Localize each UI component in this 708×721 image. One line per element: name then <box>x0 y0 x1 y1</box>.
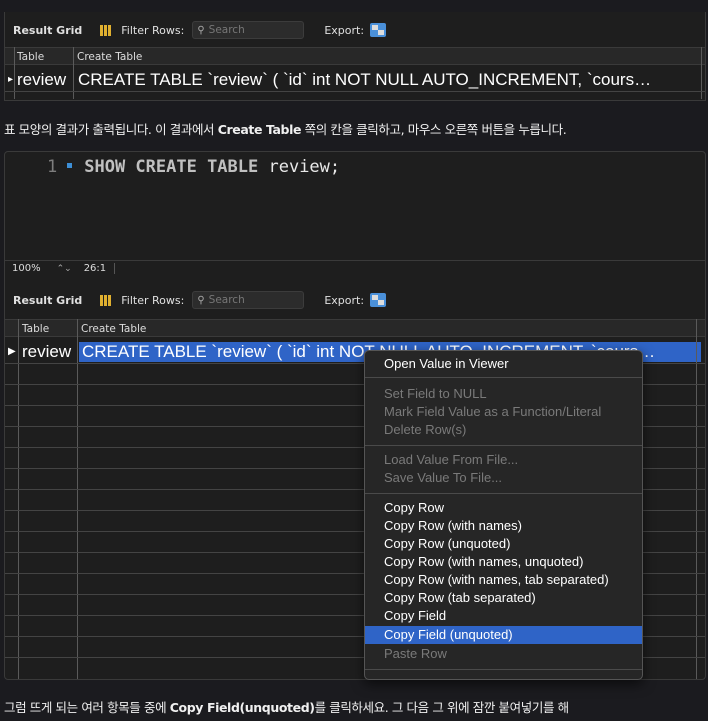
result-toolbar-2: Result Grid Filter Rows: ⚲ Search Export… <box>5 286 705 314</box>
filter-rows-label: Filter Rows: <box>121 23 185 37</box>
editor-status-bar: 100% ⌃⌄ 26:1 <box>5 260 705 276</box>
result-grid-tab[interactable]: Result Grid <box>13 294 82 307</box>
menu-item-set-field-null: Set Field to NULL <box>384 386 487 401</box>
menu-item-copy-row-unquoted[interactable]: Copy Row (unquoted) <box>365 535 642 553</box>
search-placeholder: Search <box>208 24 245 36</box>
export-icon[interactable] <box>370 293 387 307</box>
table-row[interactable]: ▸ review CREATE TABLE `review` ( `id` in… <box>5 69 705 91</box>
sql-rest: review; <box>258 157 341 177</box>
menu-item-load-value-from-file: Load Value From File... <box>384 452 519 467</box>
export-label: Export: <box>324 23 365 37</box>
grid-view-icon[interactable] <box>100 294 112 306</box>
column-header-create-table[interactable]: Create Table <box>81 323 146 335</box>
column-header-table[interactable]: Table <box>17 51 44 63</box>
zoom-level[interactable]: 100% <box>12 263 41 274</box>
menu-item-copy-row-names-tab[interactable]: Copy Row (with names, tab separated) <box>365 571 642 589</box>
line-marker-icon <box>67 163 73 168</box>
result-panel-top: Result Grid Filter Rows: ⚲ Search Export… <box>4 12 706 101</box>
menu-item-open-value-in-viewer[interactable]: Open Value in Viewer <box>365 355 642 373</box>
cell-table[interactable]: review <box>22 342 71 362</box>
export-icon[interactable] <box>370 23 387 37</box>
menu-item-copy-row-tab[interactable]: Copy Row (tab separated) <box>365 589 642 607</box>
sql-editor-line-1[interactable]: 1 SHOW CREATE TABLE review; <box>47 157 340 177</box>
menu-item-paste-row: Paste Row <box>384 646 447 661</box>
filter-rows-label: Filter Rows: <box>121 293 185 307</box>
column-header-table[interactable]: Table <box>22 323 49 335</box>
instruction-bold-2: Copy Field(unquoted) <box>169 700 315 715</box>
row-pointer-icon: ▸ <box>8 74 14 85</box>
search-placeholder: Search <box>208 294 245 306</box>
result-toolbar: Result Grid Filter Rows: ⚲ Search Export… <box>5 16 705 44</box>
column-header-create-table[interactable]: Create Table <box>77 51 142 63</box>
menu-item-copy-row[interactable]: Copy Row <box>365 499 642 517</box>
grid-view-icon[interactable] <box>100 24 112 36</box>
menu-item-copy-row-with-names[interactable]: Copy Row (with names) <box>365 517 642 535</box>
row-pointer-icon: ▶ <box>8 346 16 357</box>
menu-item-copy-field-unquoted[interactable]: Copy Field (unquoted) <box>365 626 642 644</box>
menu-item-copy-field[interactable]: Copy Field <box>365 607 642 625</box>
instruction-bold-1: Create Table <box>217 122 302 137</box>
instruction-text-1: 표 모양의 결과가 출력됩니다. 이 결과에서 Create Table 쪽의 … <box>4 122 567 137</box>
menu-item-delete-rows: Delete Row(s) <box>384 422 467 437</box>
cursor-position: 26:1 <box>84 263 116 274</box>
context-menu: Open Value in Viewer Set Field to NULL M… <box>364 350 643 680</box>
menu-item-copy-row-names-unquoted[interactable]: Copy Row (with names, unquoted) <box>365 553 642 571</box>
instruction-text-2: 그럼 뜨게 되는 여러 항목들 중에 Copy Field(unquoted)를… <box>4 700 569 715</box>
export-label: Export: <box>324 293 365 307</box>
menu-item-save-value-to-file: Save Value To File... <box>384 470 503 485</box>
cell-table[interactable]: review <box>17 70 66 90</box>
search-icon: ⚲ <box>197 294 205 306</box>
filter-search-input[interactable]: ⚲ Search <box>192 291 305 309</box>
line-number: 1 <box>47 157 58 177</box>
grid-header: Table Create Table <box>5 47 705 65</box>
result-grid-tab[interactable]: Result Grid <box>13 24 82 37</box>
sql-keyword: SHOW CREATE TABLE <box>84 157 259 177</box>
zoom-stepper-icon[interactable]: ⌃⌄ <box>57 264 72 274</box>
cell-create-table[interactable]: CREATE TABLE `review` ( `id` int NOT NUL… <box>78 70 651 90</box>
filter-search-input[interactable]: ⚲ Search <box>192 21 305 39</box>
search-icon: ⚲ <box>197 24 205 36</box>
menu-item-mark-field-function: Mark Field Value as a Function/Literal <box>384 404 602 419</box>
grid-header: Table Create Table <box>5 319 705 337</box>
